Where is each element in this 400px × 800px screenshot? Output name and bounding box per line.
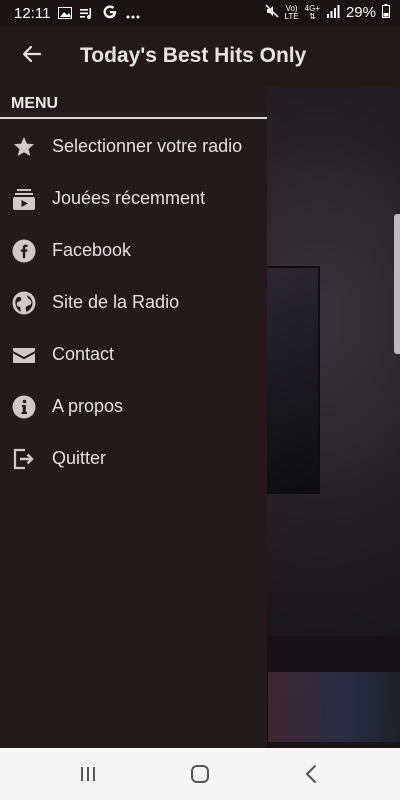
star-icon	[12, 135, 36, 159]
volte-indicator: Vo) LTE	[284, 3, 299, 21]
facebook-icon	[12, 239, 36, 263]
menu-item-label: A propos	[52, 396, 124, 416]
system-nav-bar	[0, 748, 400, 800]
recents-icon	[81, 767, 95, 781]
playlist-icon	[12, 187, 36, 211]
back-nav-button[interactable]	[298, 760, 326, 788]
status-bar: 12:11 Vo) LTE 4G+ ⇅ 29%	[0, 0, 400, 26]
album-art	[262, 266, 320, 494]
recents-button[interactable]	[74, 760, 102, 788]
status-left: 12:11	[14, 4, 140, 23]
more-icon	[126, 6, 140, 22]
content-glow	[268, 672, 400, 742]
image-icon	[58, 6, 73, 22]
menu-item-label: Quitter	[52, 448, 107, 468]
google-icon	[102, 4, 118, 23]
home-icon	[191, 765, 209, 783]
status-right: Vo) LTE 4G+ ⇅ 29%	[265, 4, 390, 21]
content-band	[268, 636, 400, 672]
scroll-handle[interactable]	[394, 214, 400, 354]
arrow-back-icon	[22, 45, 42, 63]
status-time: 12:11	[14, 5, 51, 22]
menu-item-quit[interactable]: Quitter	[0, 433, 267, 485]
menu-item-label: Jouées récemment	[52, 188, 206, 208]
menu-item-label: Contact	[52, 344, 115, 364]
mail-icon	[12, 343, 36, 367]
menu-item-label: Site de la Radio	[52, 292, 180, 312]
menu-item-recently-played[interactable]: Jouées récemment	[0, 173, 267, 225]
menu-item-about[interactable]: A propos	[0, 381, 267, 433]
menu-item-label: Selectionner votre radio	[52, 136, 243, 156]
app-bar: Today's Best Hits Only	[0, 26, 400, 86]
signal-icon	[326, 4, 340, 21]
battery-icon	[382, 4, 390, 21]
menu-item-label: Facebook	[52, 240, 132, 260]
menu-title: MENU	[11, 95, 59, 112]
menu-item-radio-website[interactable]: Site de la Radio	[0, 277, 267, 329]
media-icon	[80, 6, 94, 22]
menu-item-contact[interactable]: Contact	[0, 329, 267, 381]
exit-icon	[12, 447, 36, 471]
app-title: Today's Best Hits Only	[80, 44, 307, 67]
info-icon	[12, 395, 36, 419]
battery-percent: 29%	[345, 4, 376, 21]
back-chevron-icon	[306, 765, 316, 783]
globe-icon	[12, 291, 36, 315]
navigation-drawer: MENU Selectionner votre radio Jouées réc…	[0, 86, 267, 748]
back-button[interactable]	[18, 40, 46, 68]
mute-icon	[265, 4, 279, 21]
menu-divider	[0, 117, 267, 119]
menu-header: MENU	[0, 86, 267, 120]
network-indicator: 4G+ ⇅	[304, 3, 320, 21]
menu-item-facebook[interactable]: Facebook	[0, 225, 267, 277]
home-button[interactable]	[186, 760, 214, 788]
menu-item-select-radio[interactable]: Selectionner votre radio	[0, 121, 267, 173]
